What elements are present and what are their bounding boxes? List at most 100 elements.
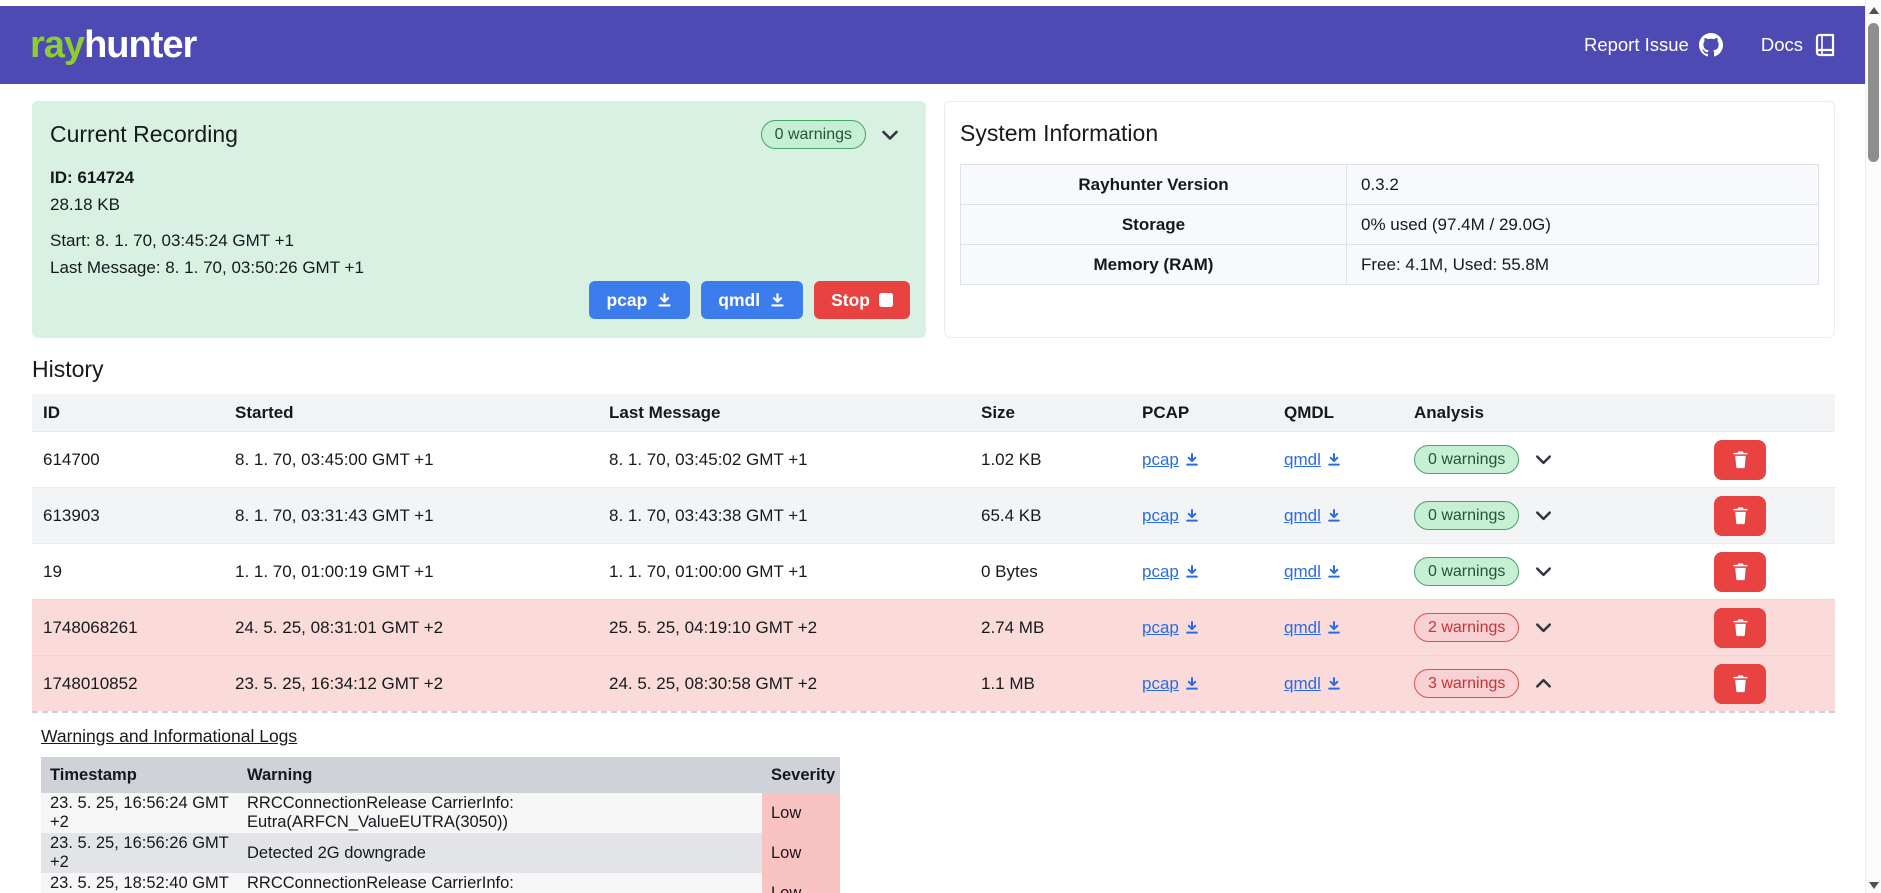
scrollbar-up-arrow[interactable] <box>1869 7 1879 14</box>
system-info-value: Free: 4.1M, Used: 55.8M <box>1347 245 1818 284</box>
qmdl-button-label: qmdl <box>718 290 760 311</box>
history-row: 6139038. 1. 70, 03:31:43 GMT +18. 1. 70,… <box>32 487 1835 543</box>
log-column-header: Timestamp <box>41 766 238 785</box>
history-cell-started: 23. 5. 25, 16:34:12 GMT +2 <box>224 674 598 694</box>
history-table-header: IDStartedLast MessageSizePCAPQMDLAnalysi… <box>32 394 1835 431</box>
docs-label: Docs <box>1761 34 1803 56</box>
history-row: 174806826124. 5. 25, 08:31:01 GMT +225. … <box>32 599 1835 655</box>
qmdl-link-label: qmdl <box>1284 450 1321 470</box>
qmdl-download-button[interactable]: qmdl <box>701 281 803 319</box>
logo-ray: ray <box>30 24 84 66</box>
history-table: IDStartedLast MessageSizePCAPQMDLAnalysi… <box>32 394 1835 893</box>
current-recording-card: Current Recording 0 warnings ID: 614724 … <box>32 101 926 338</box>
pcap-link-label: pcap <box>1142 674 1179 694</box>
delete-recording-button[interactable] <box>1714 496 1766 536</box>
log-cell-severity: Low <box>762 873 840 893</box>
history-cell-analysis: 0 warnings <box>1408 557 1645 586</box>
scrollbar-down-arrow[interactable] <box>1869 882 1879 889</box>
delete-recording-button[interactable] <box>1714 440 1766 480</box>
pcap-button-label: pcap <box>606 290 647 311</box>
logo-hunter: hunter <box>84 24 196 66</box>
row-expand-chevron[interactable] <box>1532 448 1555 471</box>
history-cell-last-message: 1. 1. 70, 01:00:00 GMT +1 <box>598 562 970 582</box>
delete-recording-button[interactable] <box>1714 608 1766 648</box>
system-info-row: Storage0% used (97.4M / 29.0G) <box>961 205 1818 245</box>
download-icon <box>1326 676 1342 692</box>
row-expand-chevron[interactable] <box>1532 560 1555 583</box>
log-cell-severity: Low <box>762 833 840 873</box>
current-recording-title: Current Recording <box>50 121 238 148</box>
qmdl-download-link[interactable]: qmdl <box>1284 562 1342 582</box>
history-column-header: Size <box>970 403 1131 423</box>
stop-button-label: Stop <box>831 290 870 311</box>
chevron-down-icon <box>1532 448 1555 471</box>
stop-button[interactable]: Stop <box>814 281 910 319</box>
report-issue-link[interactable]: Report Issue <box>1584 33 1723 57</box>
docs-link[interactable]: Docs <box>1761 33 1837 57</box>
history-column-header: PCAP <box>1131 403 1273 423</box>
history-cell-started: 1. 1. 70, 01:00:19 GMT +1 <box>224 562 598 582</box>
recording-start: Start: 8. 1. 70, 03:45:24 GMT +1 <box>50 231 910 251</box>
qmdl-link-label: qmdl <box>1284 618 1321 638</box>
log-cell-warning: RRCConnectionRelease CarrierInfo: Eutra(… <box>238 873 762 893</box>
download-icon <box>1326 564 1342 580</box>
qmdl-download-link[interactable]: qmdl <box>1284 618 1342 638</box>
history-title: History <box>32 356 1835 383</box>
history-cell-last-message: 8. 1. 70, 03:43:38 GMT +1 <box>598 506 970 526</box>
system-info-row: Rayhunter Version0.3.2 <box>961 165 1818 205</box>
warnings-badge: 3 warnings <box>1414 669 1519 698</box>
history-cell-size: 1.1 MB <box>970 674 1131 694</box>
qmdl-download-link[interactable]: qmdl <box>1284 506 1342 526</box>
pcap-download-link[interactable]: pcap <box>1142 562 1200 582</box>
row-expand-chevron[interactable] <box>1532 616 1555 639</box>
history-cell-actions <box>1645 552 1835 592</box>
delete-recording-button[interactable] <box>1714 664 1766 704</box>
system-info-label: Memory (RAM) <box>961 245 1347 284</box>
pcap-download-link[interactable]: pcap <box>1142 618 1200 638</box>
download-icon <box>1326 620 1342 636</box>
qmdl-download-link[interactable]: qmdl <box>1284 674 1342 694</box>
pcap-download-button[interactable]: pcap <box>589 281 690 319</box>
navbar: rayhunter Report Issue Docs <box>0 6 1865 84</box>
history-row: 191. 1. 70, 01:00:19 GMT +11. 1. 70, 01:… <box>32 543 1835 599</box>
history-table-body: 6147008. 1. 70, 03:45:00 GMT +18. 1. 70,… <box>32 431 1835 711</box>
row-expand-chevron[interactable] <box>1532 672 1555 695</box>
qmdl-download-link[interactable]: qmdl <box>1284 450 1342 470</box>
chevron-down-icon <box>1532 504 1555 527</box>
system-info-label: Rayhunter Version <box>961 165 1347 204</box>
scrollbar-thumb[interactable] <box>1868 23 1879 162</box>
pcap-download-link[interactable]: pcap <box>1142 674 1200 694</box>
chevron-down-icon <box>1532 560 1555 583</box>
history-cell-id: 19 <box>32 562 224 582</box>
row-expand-chevron[interactable] <box>1532 504 1555 527</box>
current-recording-chevron[interactable] <box>878 123 902 147</box>
chevron-down-icon <box>1532 616 1555 639</box>
log-cell-timestamp: 23. 5. 25, 16:56:24 GMT +2 <box>41 793 238 833</box>
book-icon <box>1813 33 1837 57</box>
pcap-download-link[interactable]: pcap <box>1142 506 1200 526</box>
log-row: 23. 5. 25, 16:56:24 GMT +2RRCConnectionR… <box>41 793 840 833</box>
history-cell-actions <box>1645 496 1835 536</box>
trash-icon <box>1731 562 1750 581</box>
page-scrollbar[interactable] <box>1865 0 1881 893</box>
history-cell-size: 65.4 KB <box>970 506 1131 526</box>
history-column-header: Analysis <box>1408 403 1645 423</box>
download-icon <box>1184 676 1200 692</box>
log-cell-severity: Low <box>762 793 840 833</box>
history-cell-id: 614700 <box>32 450 224 470</box>
pcap-download-link[interactable]: pcap <box>1142 450 1200 470</box>
warnings-badge: 2 warnings <box>1414 613 1519 642</box>
log-cell-timestamp: 23. 5. 25, 16:56:26 GMT +2 <box>41 833 238 873</box>
trash-icon <box>1731 674 1750 693</box>
history-cell-size: 2.74 MB <box>970 618 1131 638</box>
history-cell-qmdl: qmdl <box>1273 618 1408 638</box>
warnings-badge: 0 warnings <box>1414 557 1519 586</box>
log-cell-timestamp: 23. 5. 25, 18:52:40 GMT +2 <box>41 873 238 893</box>
log-cell-warning: Detected 2G downgrade <box>238 833 762 873</box>
log-row: 23. 5. 25, 16:56:26 GMT +2Detected 2G do… <box>41 833 840 873</box>
delete-recording-button[interactable] <box>1714 552 1766 592</box>
history-cell-pcap: pcap <box>1131 618 1273 638</box>
log-row: 23. 5. 25, 18:52:40 GMT +2RRCConnectionR… <box>41 873 840 893</box>
history-row: 6147008. 1. 70, 03:45:00 GMT +18. 1. 70,… <box>32 431 1835 487</box>
history-column-header: ID <box>32 403 224 423</box>
